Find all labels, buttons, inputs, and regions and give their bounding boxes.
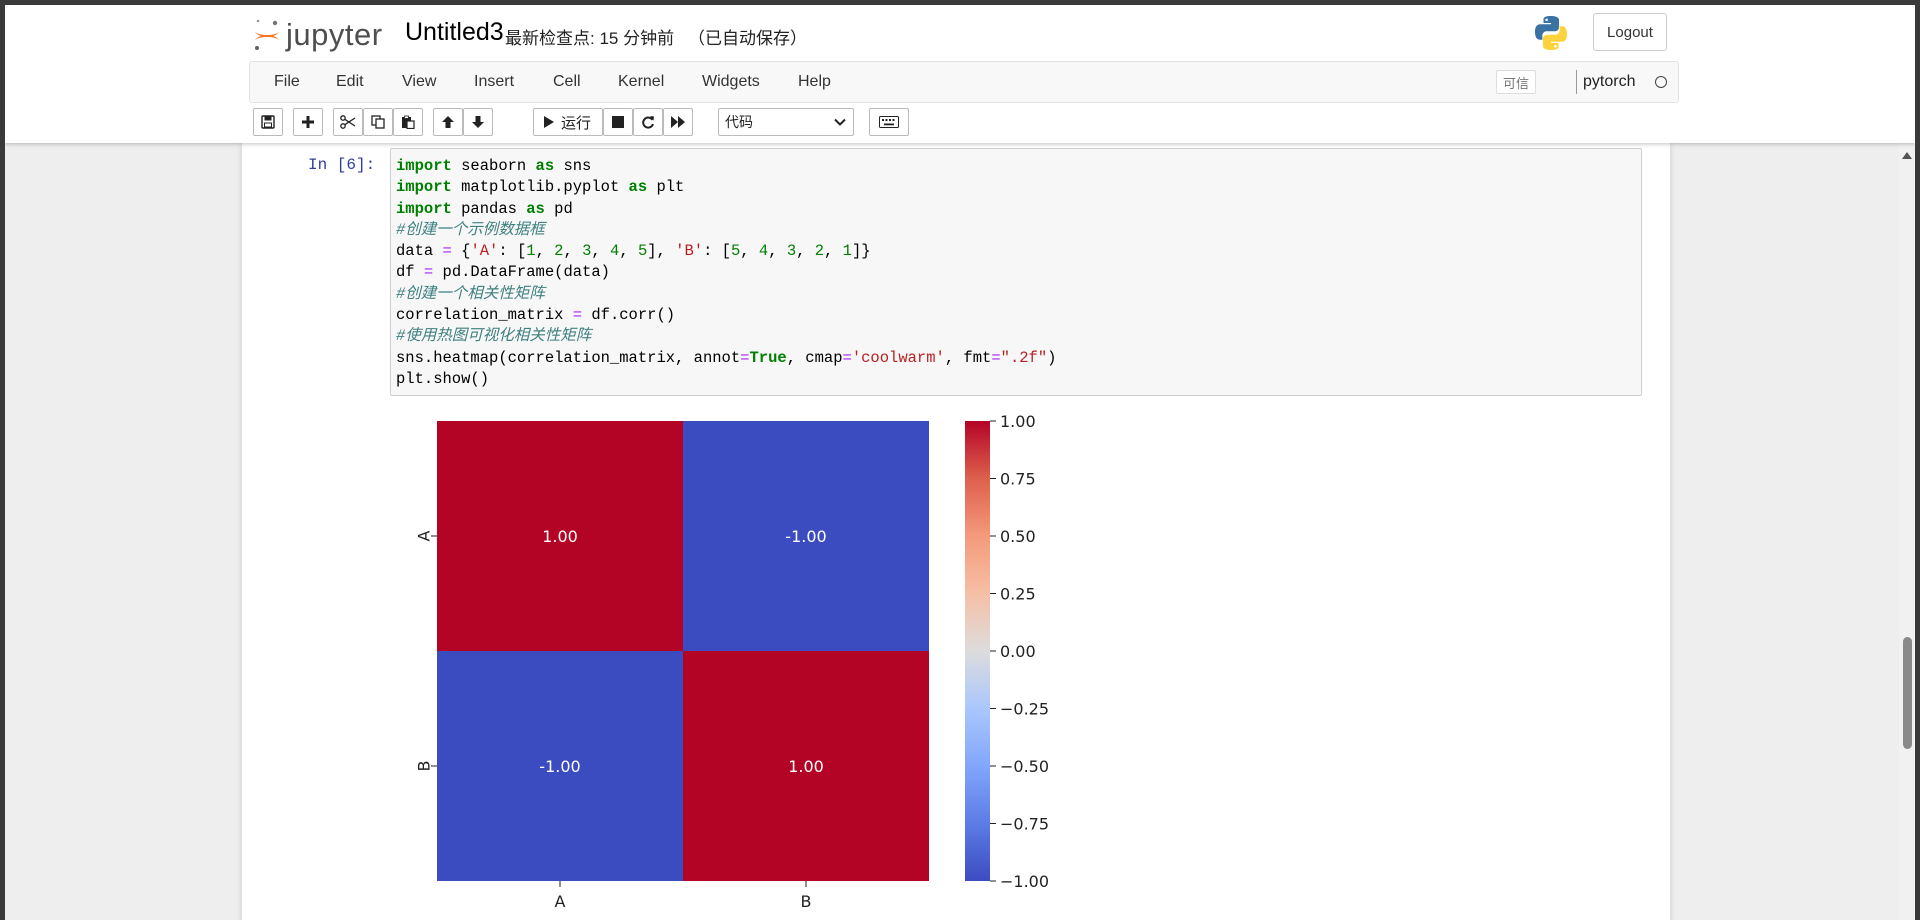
colorbar-tick-label: 0.75 (1000, 470, 1036, 489)
heatmap-cell-annotation: -1.00 (785, 527, 826, 546)
colorbar-tick-label: −1.00 (1000, 872, 1049, 891)
cut-cell-button[interactable] (333, 108, 363, 136)
scissors-icon (340, 115, 356, 129)
python-logo-icon (1535, 16, 1567, 50)
code-line: plt.show() (396, 369, 490, 388)
paste-cell-button[interactable] (393, 108, 423, 136)
colorbar-tick-label: −0.25 (1000, 700, 1049, 719)
code-line: data = {'A': [1, 2, 3, 4, 5], 'B': [5, 4… (396, 242, 871, 261)
kernel-divider (1576, 70, 1577, 94)
save-button[interactable] (253, 108, 283, 136)
colorbar-tick-label: 0.50 (1000, 527, 1036, 546)
restart-icon (642, 116, 654, 129)
menu-file[interactable]: File (274, 73, 300, 91)
menu-insert[interactable]: Insert (474, 73, 514, 91)
y-tick-label: B (415, 761, 434, 772)
colorbar (965, 421, 990, 881)
code-line: correlation_matrix = df.corr() (396, 306, 676, 325)
code-line: sns.heatmap(correlation_matrix, annot=Tr… (396, 348, 1057, 367)
kernel-idle-indicator (1655, 76, 1667, 88)
notebook-header: jupyter Untitled3 最新检查点: 15 分钟前 （已自动保存） … (5, 5, 1915, 143)
menu-edit[interactable]: Edit (336, 73, 364, 91)
menu-widgets[interactable]: Widgets (702, 73, 760, 91)
paste-icon (402, 115, 415, 129)
checkpoint-status: 最新检查点: 15 分钟前 (505, 29, 675, 48)
logout-button[interactable]: Logout (1593, 13, 1667, 51)
x-tick-label: A (555, 892, 566, 911)
menu-cell[interactable]: Cell (553, 73, 581, 91)
page-scrollbar[interactable] (1899, 143, 1915, 920)
arrow-down-icon (472, 116, 484, 128)
run-label: 运行 (561, 114, 592, 132)
colorbar-tick-label: 0.25 (1000, 585, 1036, 604)
cell-type-select[interactable]: 代码 (718, 108, 854, 136)
copy-cell-button[interactable] (363, 108, 393, 136)
move-down-button[interactable] (463, 108, 493, 136)
code-line: import matplotlib.pyplot as plt (396, 178, 685, 197)
jupyter-logo[interactable]: jupyter (252, 15, 383, 55)
menu-bar: File Edit View Insert Cell Kernel Widget… (249, 61, 1679, 103)
save-icon (261, 115, 275, 129)
cell-output-area: 1.00 -1.00 -1.00 1.00 A B A B 1.00 0.75 0.50 0.2… (385, 403, 1145, 920)
run-button[interactable]: 运行 (533, 108, 603, 136)
heatmap-cell-annotation: -1.00 (539, 757, 580, 776)
play-icon (544, 116, 554, 128)
colorbar-tick-label: 1.00 (1000, 412, 1036, 431)
fast-forward-icon (671, 116, 685, 128)
notebook-toolbar: 运行 代码 (249, 108, 1677, 138)
jupyter-logo-text: jupyter (286, 17, 383, 52)
restart-button[interactable] (633, 108, 663, 136)
restart-run-all-button[interactable] (663, 108, 693, 136)
interrupt-button[interactable] (603, 108, 633, 136)
kernel-name[interactable]: pytorch (1583, 73, 1635, 91)
menu-help[interactable]: Help (798, 73, 831, 91)
trusted-badge[interactable]: 可信 (1496, 70, 1536, 94)
move-up-button[interactable] (433, 108, 463, 136)
code-line: #使用热图可视化相关性矩阵 (396, 327, 592, 346)
scroll-up-arrow-icon[interactable] (1902, 151, 1912, 159)
autosave-status: （已自动保存） (688, 29, 807, 48)
colorbar-tick-label: −0.75 (1000, 815, 1049, 834)
copy-icon (371, 115, 385, 129)
browser-viewport: jupyter Untitled3 最新检查点: 15 分钟前 （已自动保存） … (5, 5, 1915, 920)
arrow-up-icon (442, 116, 454, 128)
menu-view[interactable]: View (402, 73, 436, 91)
insert-cell-button[interactable] (293, 108, 323, 136)
code-line: #创建一个示例数据框 (396, 220, 545, 239)
code-cell-editor[interactable]: import seaborn as sns import matplotlib.… (390, 148, 1642, 396)
chevron-down-icon (834, 118, 846, 126)
scrollbar-thumb[interactable] (1903, 637, 1912, 749)
plus-icon (302, 116, 314, 128)
menu-kernel[interactable]: Kernel (618, 73, 664, 91)
heatmap-chart: 1.00 -1.00 -1.00 1.00 A B A B 1.00 0.75 0.50 0.2… (415, 412, 1050, 911)
code-line: df = pd.DataFrame(data) (396, 263, 610, 282)
colorbar-tick-label: 0.00 (1000, 642, 1036, 661)
cell-input-prompt: In [6]: (308, 156, 376, 174)
notebook-name[interactable]: Untitled3 (405, 18, 504, 47)
x-tick-label: B (801, 892, 812, 911)
code-line: #创建一个相关性矩阵 (396, 284, 545, 303)
command-palette-button[interactable] (869, 108, 909, 136)
cell-type-value: 代码 (725, 114, 753, 130)
code-line: import seaborn as sns (396, 157, 592, 175)
y-tick-label: A (415, 530, 434, 541)
code-line: import pandas as pd (396, 199, 573, 218)
colorbar-tick-label: −0.50 (1000, 757, 1049, 776)
keyboard-icon (879, 116, 899, 128)
jupyter-logo-icon (255, 19, 279, 50)
stop-icon (612, 116, 624, 128)
heatmap-cell-annotation: 1.00 (542, 527, 578, 546)
heatmap-cell-annotation: 1.00 (788, 757, 824, 776)
